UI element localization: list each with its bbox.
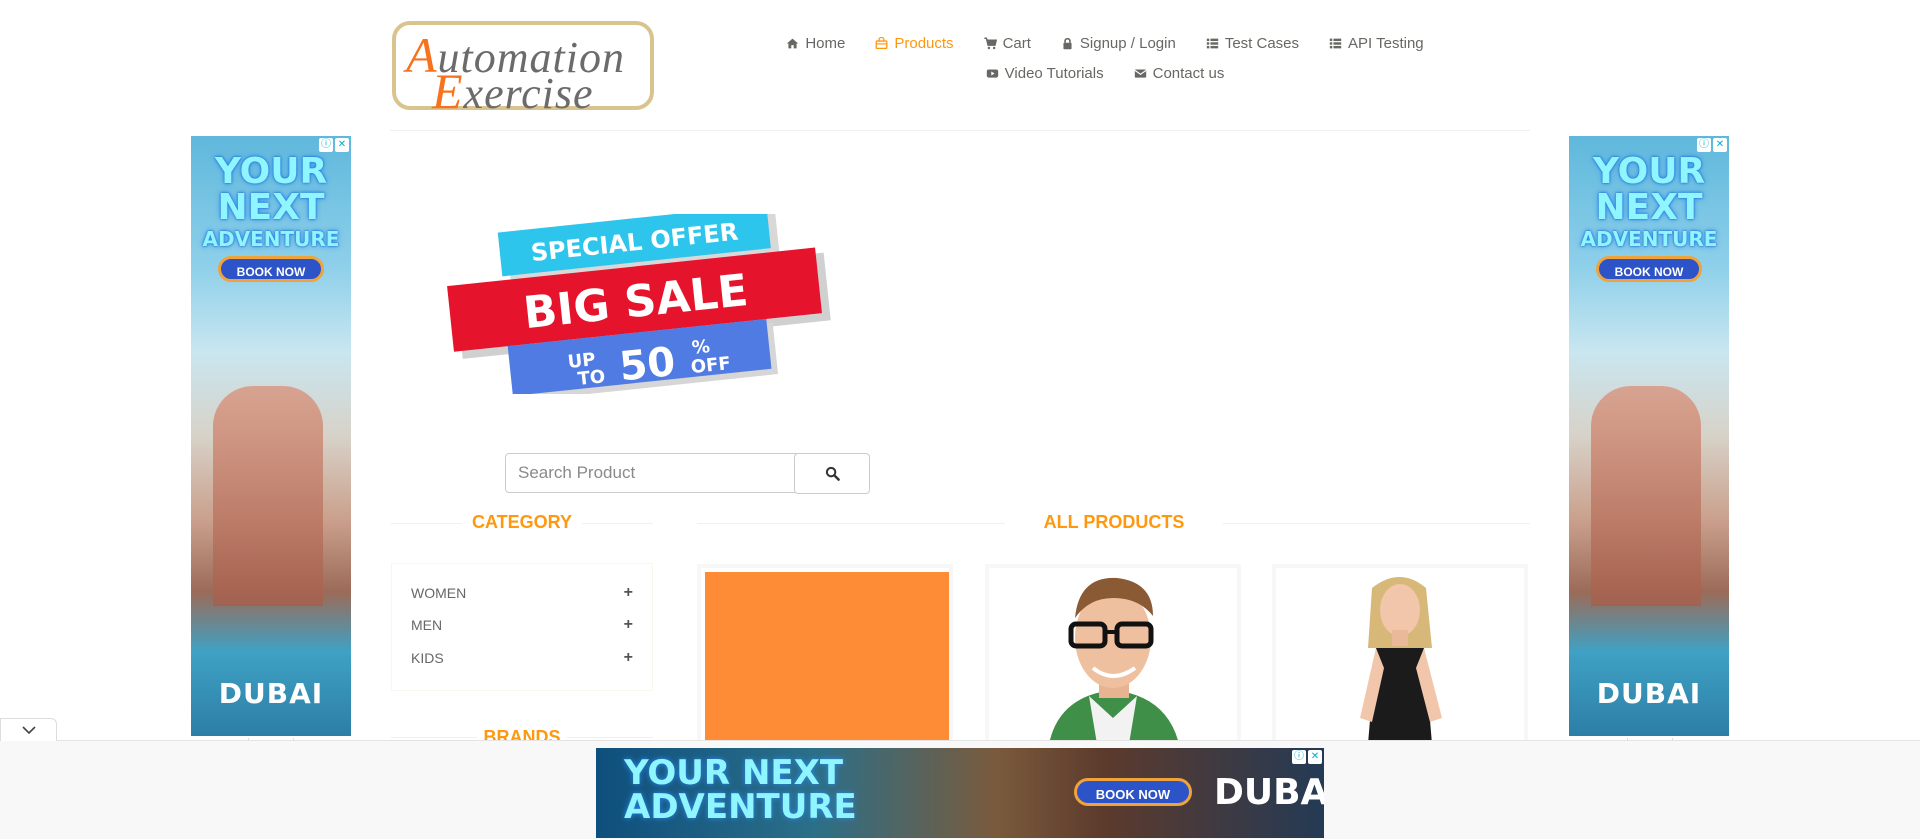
right-ad-banner[interactable]: YOUR NEXT ADVENTURE BOOK NOW DUBAI ⓘ ✕	[1569, 136, 1729, 736]
product-card[interactable]	[985, 564, 1241, 744]
nav-video-tutorials[interactable]: Video Tutorials	[986, 65, 1104, 82]
nav-api-testing-label: API Testing	[1348, 34, 1424, 52]
home-icon	[787, 38, 799, 48]
nav-cart-label: Cart	[1002, 34, 1031, 52]
ad-close-icon[interactable]: ✕	[1713, 138, 1727, 152]
special-offer-banner: SPECIAL OFFER BIG SALE UP TO 50 % OFF	[447, 214, 831, 394]
shopping-bag-icon	[875, 36, 888, 49]
product-image	[989, 568, 1237, 740]
ad-hotel-image	[1591, 386, 1701, 606]
bottom-ad-collapse-button[interactable]	[0, 718, 57, 741]
ad-info-icon[interactable]: ⓘ	[1697, 138, 1711, 152]
logo-line-2: Exercise	[432, 63, 594, 119]
bottom-ad-book-now-button[interactable]: BOOK NOW	[1074, 778, 1192, 806]
header-divider	[390, 130, 1530, 131]
product-card[interactable]	[697, 564, 953, 744]
all-products-title: ALL PRODUCTS	[1005, 512, 1223, 533]
nav-row-2: Video Tutorials Contact us	[780, 58, 1430, 88]
lock-icon	[1063, 37, 1072, 49]
product-image	[1276, 568, 1524, 740]
category-panel: WOMEN + MEN + KIDS +	[391, 563, 653, 691]
ad-book-now-button[interactable]: BOOK NOW	[218, 256, 324, 282]
nav-api-testing[interactable]: API Testing	[1329, 35, 1424, 52]
bottom-ad-brand-label: DUBAI	[1214, 772, 1324, 813]
ad-headline: YOUR NEXT ADVENTURE	[1580, 151, 1718, 252]
product-card[interactable]	[1272, 564, 1528, 744]
nav-row-1: Home Products Cart Signup / Login Test C…	[780, 28, 1430, 58]
nav-products[interactable]: Products	[875, 34, 954, 52]
nav-cart[interactable]: Cart	[983, 34, 1031, 52]
plus-icon: +	[623, 649, 633, 666]
ad-info-icon[interactable]: ⓘ	[319, 138, 333, 152]
banner-to: TO	[577, 366, 607, 390]
category-item-men[interactable]: MEN +	[411, 616, 633, 634]
bottom-ad-banner[interactable]: YOUR NEXTADVENTURE BOOK NOW DUBAI ⓘ ✕	[596, 748, 1324, 838]
nav-test-cases[interactable]: Test Cases	[1206, 35, 1299, 52]
search-button[interactable]	[794, 453, 870, 494]
list-icon	[1206, 38, 1219, 48]
left-ad-banner[interactable]: YOUR NEXT ADVENTURE BOOK NOW DUBAI ⓘ ✕	[191, 136, 351, 736]
chevron-down-icon	[21, 726, 36, 734]
ad-brand-label: DUBAI	[1596, 677, 1702, 710]
ad-info-icon[interactable]: ⓘ	[1292, 750, 1306, 764]
category-item-kids[interactable]: KIDS +	[411, 649, 633, 667]
site-logo[interactable]: Automation Exercise	[392, 21, 654, 119]
ad-controls: ⓘ ✕	[1697, 138, 1727, 152]
main-nav: Home Products Cart Signup / Login Test C…	[780, 28, 1430, 88]
category-title: CATEGORY	[462, 512, 582, 533]
category-item-label: KIDS	[411, 650, 444, 666]
cart-icon	[983, 36, 997, 49]
ad-book-now-button[interactable]: BOOK NOW	[1596, 256, 1702, 282]
search-product-input[interactable]	[505, 453, 797, 493]
banner-off: OFF	[690, 353, 732, 378]
ad-controls: ⓘ ✕	[1292, 750, 1322, 764]
category-item-label: WOMEN	[411, 585, 467, 601]
nav-contact-us-label: Contact us	[1152, 64, 1225, 82]
nav-signup-login-label: Signup / Login	[1079, 34, 1176, 52]
category-item-label: MEN	[411, 617, 443, 633]
ad-controls: ⓘ ✕	[319, 138, 349, 152]
plus-icon: +	[623, 584, 633, 601]
category-item-women[interactable]: WOMEN +	[411, 584, 633, 602]
nav-products-label: Products	[894, 34, 954, 52]
envelope-icon	[1134, 68, 1147, 78]
bottom-ad-headline: YOUR NEXT ADVENTURE	[624, 753, 857, 827]
product-image	[705, 572, 949, 740]
ad-close-icon[interactable]: ✕	[1308, 750, 1322, 764]
ad-headline: YOUR NEXT ADVENTURE	[202, 151, 340, 252]
nav-signup-login[interactable]: Signup / Login	[1061, 35, 1176, 52]
ad-hotel-image	[213, 386, 323, 606]
banner-percent: 50	[617, 339, 677, 391]
nav-contact-us[interactable]: Contact us	[1134, 64, 1225, 82]
nav-video-tutorials-label: Video Tutorials	[1004, 64, 1104, 82]
youtube-icon	[986, 68, 998, 78]
nav-home[interactable]: Home	[786, 35, 845, 52]
list-icon	[1329, 38, 1342, 48]
plus-icon: +	[623, 616, 633, 633]
nav-home-label: Home	[805, 34, 846, 52]
ad-brand-label: DUBAI	[218, 677, 324, 710]
search-icon	[825, 466, 840, 481]
nav-test-cases-label: Test Cases	[1224, 34, 1300, 52]
ad-close-icon[interactable]: ✕	[335, 138, 349, 152]
